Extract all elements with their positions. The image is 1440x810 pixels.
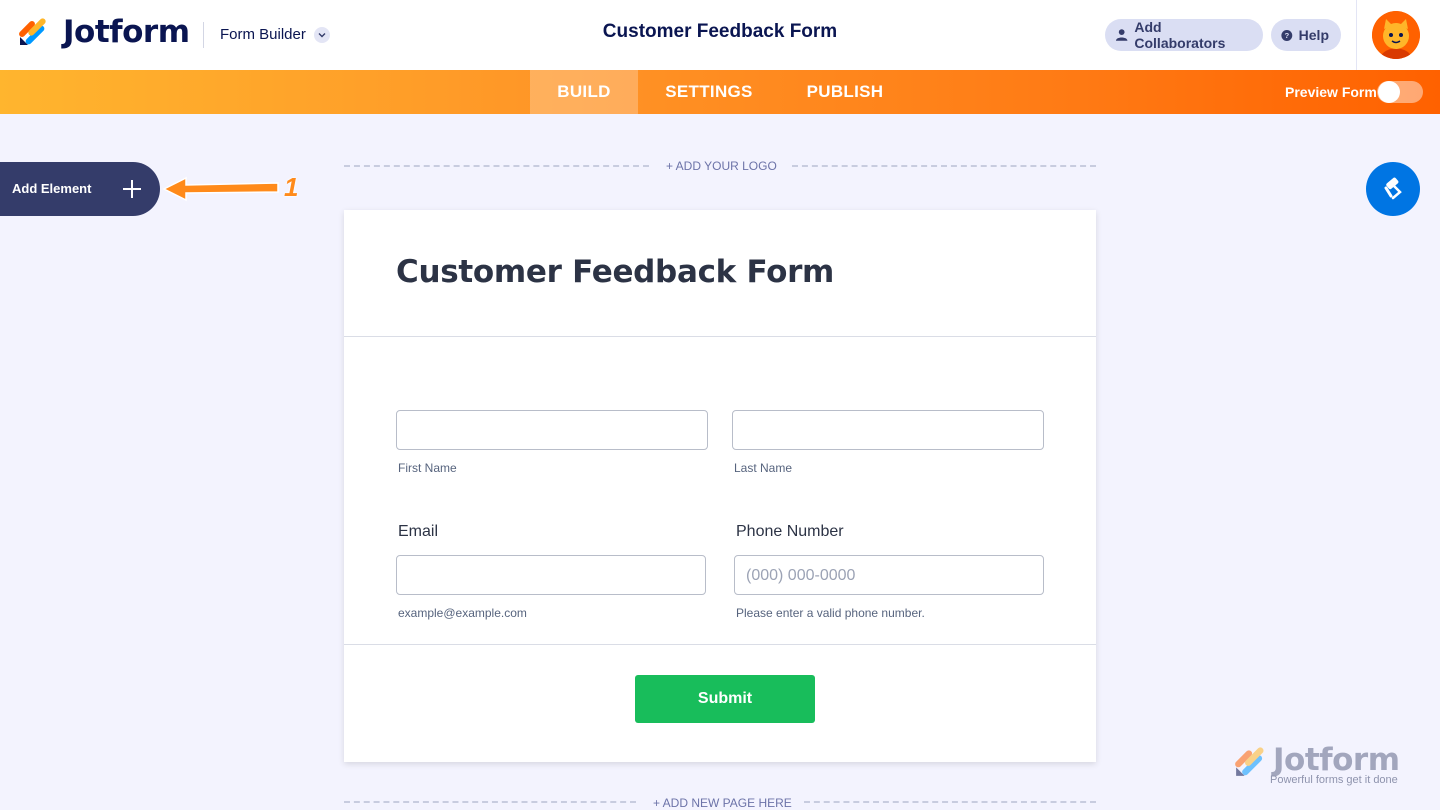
brand-name[interactable]: Jotform [63,14,190,50]
chevron-down-icon [313,26,330,43]
email-label: Email [398,523,439,540]
arrow-left-icon [162,176,279,202]
paint-roller-icon [1384,177,1402,200]
add-element-button[interactable]: Add Element [0,162,160,216]
preview-form-toggle[interactable] [1377,81,1423,103]
add-logo-link[interactable]: + ADD YOUR LOGO [666,159,777,173]
jotform-watermark-logo-icon [1235,747,1264,776]
email-input[interactable] [396,555,706,595]
preview-form-label: Preview Form [1285,84,1377,100]
add-collaborators-label: Add Collaborators [1134,19,1226,51]
last-name-input[interactable] [732,410,1044,450]
help-label: Help [1298,27,1329,43]
submit-divider [344,644,1096,645]
avatar[interactable] [1372,11,1420,59]
user-icon [1115,29,1128,41]
help-button[interactable]: ? Help [1271,19,1341,51]
add-element-label: Add Element [12,181,92,196]
phone-input[interactable]: (000) 000-0000 [734,555,1044,595]
builder-navbar: BUILD SETTINGS PUBLISH Preview Form [0,70,1440,114]
watermark-tagline: Powerful forms get it done [1270,774,1398,786]
form-card: Customer Feedback Form First Name Last N… [344,210,1096,762]
last-name-sublabel: Last Name [734,461,793,475]
svg-text:?: ? [1284,31,1289,40]
plus-icon [123,180,141,198]
phone-placeholder: (000) 000-0000 [746,567,856,584]
page-dash-right [804,801,1096,803]
form-builder-dropdown[interactable]: Form Builder [220,26,330,43]
first-name-sublabel: First Name [398,461,457,475]
form-heading[interactable]: Customer Feedback Form [396,254,834,290]
avatar-icon [1372,11,1420,59]
form-designer-button[interactable] [1366,162,1420,216]
page-dash-left [344,801,636,803]
jotform-logo-icon[interactable] [18,17,48,47]
toggle-knob [1378,81,1400,103]
heading-divider [344,336,1096,337]
submit-button[interactable]: Submit [635,675,815,723]
add-collaborators-button[interactable]: Add Collaborators [1105,19,1263,51]
email-sublabel: example@example.com [398,606,527,620]
watermark-brand: Jotform [1273,742,1400,778]
avatar-divider [1356,0,1357,70]
header-divider [203,22,204,48]
phone-label: Phone Number [736,523,844,540]
first-name-input[interactable] [396,410,708,450]
logo-dash-right [792,165,1096,167]
tab-publish[interactable]: PUBLISH [780,70,910,114]
top-header: Jotform Form Builder Customer Feedback F… [0,0,1440,70]
add-new-page-link[interactable]: + ADD NEW PAGE HERE [653,796,792,810]
annotation-number: 1 [284,172,299,202]
help-icon: ? [1281,29,1293,41]
phone-sublabel: Please enter a valid phone number. [736,606,925,620]
form-builder-label: Form Builder [220,26,306,43]
tab-build[interactable]: BUILD [530,70,638,114]
logo-dash-left [344,165,649,167]
tab-settings[interactable]: SETTINGS [638,70,780,114]
